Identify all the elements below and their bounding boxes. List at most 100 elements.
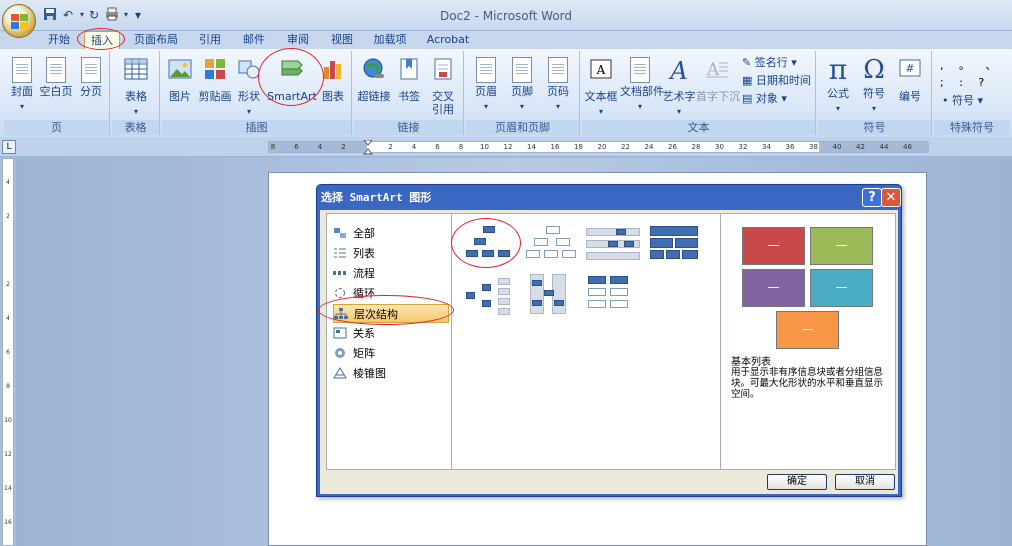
chevron-down-icon: ▾ [781, 92, 787, 105]
wordart-label: 艺术字 [662, 90, 696, 103]
numbering-button[interactable]: # 编号 [894, 55, 926, 103]
equation-button[interactable]: π 公式 ▾ [822, 55, 854, 115]
layout-hierarchy[interactable] [524, 222, 580, 264]
layout-hierarchy-list[interactable] [526, 274, 574, 318]
hierarchy-node [498, 298, 510, 305]
vertical-ruler[interactable]: 4224681012141618 [2, 158, 14, 546]
tab-review[interactable]: 审阅 [282, 31, 314, 49]
blank-page-button[interactable]: 空白页 [38, 55, 74, 98]
window-title: Doc2 - Microsoft Word [439, 9, 573, 23]
group-header-footer: 页眉 ▾ 页脚 ▾ 页码 ▾ 页眉和页脚 [466, 51, 580, 135]
layout-table-hierarchy[interactable] [648, 222, 704, 264]
preview-box-orange: — [776, 311, 839, 349]
preview-box-text: — [767, 280, 780, 294]
svg-text:A: A [668, 57, 687, 85]
signature-line-label: 签名行 [754, 56, 788, 69]
chevron-down-icon: ▾ [637, 102, 642, 111]
ruler-tick-label: 8 [458, 143, 464, 151]
ruler-tick-label: 42 [856, 143, 865, 151]
tab-home[interactable]: 开始 [42, 31, 76, 49]
chevron-down-icon: ▾ [676, 107, 681, 116]
quick-parts-icon [630, 57, 650, 83]
tab-references[interactable]: 引用 [194, 31, 226, 49]
tab-selector-icon[interactable]: L [2, 140, 16, 154]
category-all[interactable]: 全部 [333, 224, 449, 243]
ok-button[interactable]: 确定 [767, 474, 827, 490]
hierarchy-node [610, 288, 628, 296]
wordart-button[interactable]: A 艺术字 ▾ [662, 55, 696, 118]
ruler-tick-label: 20 [597, 143, 607, 151]
special-symbol-button[interactable]: • 符号 ▾ [942, 93, 983, 109]
datetime-label: 日期和时间 [755, 74, 811, 87]
page-break-button[interactable]: 分页 [76, 55, 106, 98]
group-tables: 表格 ▾ 表格 [112, 51, 160, 135]
tab-page-layout[interactable]: 页面布局 [132, 31, 180, 49]
vertical-ruler-tick-label: 16 [4, 519, 12, 526]
hierarchy-node [498, 308, 510, 315]
group-special-symbols-label: 特殊符号 [934, 120, 1010, 135]
layout-lined-list[interactable] [586, 274, 634, 318]
cross-reference-button[interactable]: 交叉引用 [426, 55, 460, 116]
category-matrix[interactable]: 矩阵 [333, 344, 449, 363]
textbox-button[interactable]: A 文本框 ▾ [584, 55, 618, 118]
symbol-button[interactable]: Ω 符号 ▾ [858, 55, 890, 115]
preview-box-text: — [835, 280, 848, 294]
vertical-ruler-tick-label: 4 [6, 179, 10, 186]
tab-acrobat[interactable]: Acrobat [424, 31, 472, 49]
preview-box-teal: — [810, 269, 873, 307]
picture-button[interactable]: 图片 [164, 55, 196, 103]
footer-button[interactable]: 页脚 ▾ [506, 55, 538, 113]
preview-box-green: — [810, 227, 873, 265]
category-relationship[interactable]: 关系 [333, 324, 449, 343]
tab-addins[interactable]: 加载项 [370, 31, 410, 49]
ruler-tick-label: 18 [574, 143, 583, 151]
category-pyramid[interactable]: 棱锥图 [333, 364, 449, 383]
close-button[interactable]: ✕ [881, 188, 901, 207]
calendar-icon: ▦ [742, 74, 753, 87]
page-number-button[interactable]: 页码 ▾ [542, 55, 574, 113]
special-symbol-label: 符号 [952, 94, 974, 107]
group-pages: 封面 ▾ 空白页 分页 页 [4, 51, 110, 135]
group-text: A 文本框 ▾ 文档部件 ▾ A 艺术字 ▾ A 首字下沉 ✎ 签名行 ▾ ▦ … [582, 51, 816, 135]
category-process[interactable]: 流程 [333, 264, 449, 283]
group-links: 超链接 书签 交叉引用 链接 [354, 51, 464, 135]
cover-page-button[interactable]: 封面 ▾ [6, 55, 38, 113]
help-button[interactable]: ? [862, 188, 882, 207]
category-label: 关系 [353, 327, 375, 340]
chevron-down-icon: ▾ [246, 107, 251, 116]
indent-marker-icon[interactable] [363, 140, 373, 156]
bookmark-button[interactable]: 书签 [394, 55, 424, 103]
hierarchy-node [546, 226, 560, 234]
preview-pane: — — — — — 基本列表 用于显示非有序信息块或者分组信息块。可最大化形状的… [720, 213, 896, 470]
horizontal-ruler[interactable]: 8 6 4 2 2 4 6 8 10 12 14 16 18 20 22 24 26 28 30 32 34 36 38 40… [268, 140, 929, 156]
vertical-ruler-tick-label: 6 [6, 349, 10, 356]
object-button[interactable]: ▤ 对象 ▾ [742, 91, 787, 107]
quick-parts-button[interactable]: 文档部件 ▾ [620, 55, 664, 113]
signature-line-button[interactable]: ✎ 签名行 ▾ [742, 55, 797, 71]
office-button[interactable] [2, 4, 36, 38]
special-marks-gallery[interactable]: , 。 、 ; : ? [940, 57, 1006, 91]
hyperlink-button[interactable]: 超链接 [356, 55, 392, 103]
ruler-tick-label: 38 [809, 143, 818, 151]
preview-box-text: — [801, 322, 814, 336]
ruler-tick-label: 30 [715, 143, 724, 151]
table-button[interactable]: 表格 ▾ [120, 55, 152, 118]
layout-horizontal-hierarchy[interactable] [464, 276, 514, 318]
chevron-down-icon: ▾ [977, 94, 984, 107]
clipart-button[interactable]: 剪贴画 [198, 55, 232, 103]
hierarchy-node [534, 238, 548, 246]
ruler-tick-label: 22 [621, 143, 630, 151]
layout-labeled-hierarchy[interactable] [586, 222, 642, 264]
category-label: 列表 [353, 247, 375, 260]
drop-cap-button[interactable]: A 首字下沉 [696, 55, 740, 103]
cancel-button[interactable]: 取消 [835, 474, 895, 490]
tab-view[interactable]: 视图 [326, 31, 358, 49]
category-list-item[interactable]: 列表 [333, 244, 449, 263]
tab-mailings[interactable]: 邮件 [238, 31, 270, 49]
table-label: 表格 [125, 90, 147, 103]
header-button[interactable]: 页眉 ▾ [470, 55, 502, 113]
ruler-tick-label: 14 [527, 143, 536, 151]
picture-icon [168, 59, 192, 79]
relationship-icon [333, 327, 347, 339]
datetime-button[interactable]: ▦ 日期和时间 [742, 73, 811, 89]
